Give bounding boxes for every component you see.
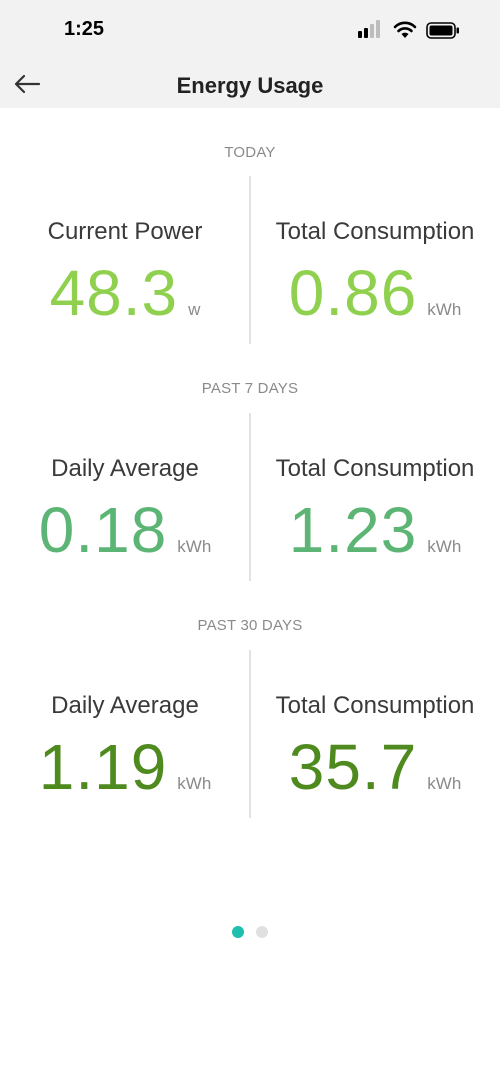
status-time: 1:25 xyxy=(64,18,105,40)
metric-label: Current Power xyxy=(47,218,203,245)
metric-value: 1.23 xyxy=(288,494,418,566)
navigation-bar: Energy Usage xyxy=(0,60,500,108)
metric-value: 1.19 xyxy=(38,731,168,803)
page-dot[interactable] xyxy=(256,926,268,938)
page-dot-active[interactable] xyxy=(232,926,244,938)
metric-daily-average-month: Daily Average 1.19 kWh xyxy=(0,692,250,804)
metric-label: Daily Average xyxy=(51,455,199,482)
section-header-past-7-days: PAST 7 DAYS xyxy=(201,380,299,397)
metric-value: 0.18 xyxy=(38,494,168,566)
metric-daily-average-week: Daily Average 0.18 kWh xyxy=(0,455,250,567)
metric-value: 48.3 xyxy=(49,257,179,329)
page-indicator[interactable] xyxy=(0,926,500,940)
metric-total-consumption-week: Total Consumption 1.23 kWh xyxy=(250,455,500,567)
status-icons xyxy=(358,20,468,42)
metric-label: Total Consumption xyxy=(275,218,475,245)
metric-unit: kWh xyxy=(427,774,462,793)
metric-unit: w xyxy=(188,300,201,319)
metric-total-consumption-month: Total Consumption 35.7 kWh xyxy=(250,692,500,804)
section-header-past-30-days: PAST 30 DAYS xyxy=(197,617,303,634)
section-header-today: TODAY xyxy=(224,144,276,161)
metric-label: Total Consumption xyxy=(275,455,475,482)
metric-unit: kWh xyxy=(177,537,212,556)
metric-unit: kWh xyxy=(177,774,212,793)
metric-value: 0.86 xyxy=(288,257,418,329)
cellular-signal-icon xyxy=(358,20,386,40)
metric-unit: kWh xyxy=(427,537,462,556)
status-bar: 1:25 xyxy=(0,0,500,60)
page-title: Energy Usage xyxy=(176,73,324,98)
metric-current-power: Current Power 48.3 w xyxy=(0,218,250,330)
wifi-icon xyxy=(393,21,417,38)
metric-value: 35.7 xyxy=(288,731,418,803)
metric-unit: kWh xyxy=(427,300,462,319)
metric-label: Total Consumption xyxy=(275,692,475,719)
battery-icon xyxy=(426,22,459,39)
metric-label: Daily Average xyxy=(51,692,199,719)
metric-total-consumption-today: Total Consumption 0.86 kWh xyxy=(250,218,500,330)
